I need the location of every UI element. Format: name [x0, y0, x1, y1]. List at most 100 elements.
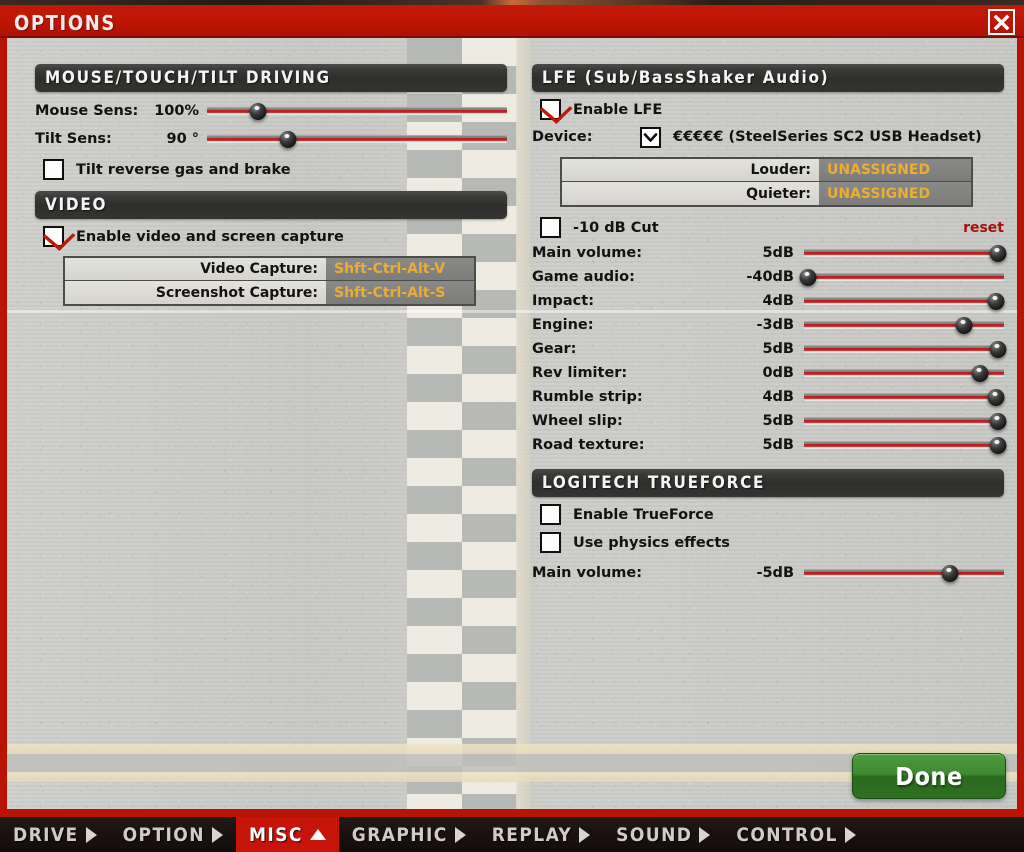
- slider-knob[interactable]: [279, 131, 297, 148]
- close-icon[interactable]: [988, 9, 1015, 35]
- checkbox-use-physics[interactable]: Use physics effects: [540, 532, 1004, 553]
- title-bar: OPTIONS: [0, 5, 1024, 38]
- tab-drive[interactable]: DRIVE: [0, 817, 110, 852]
- slider-groove: [207, 135, 507, 143]
- checkbox-box[interactable]: [540, 217, 561, 238]
- chevron-right-icon: [699, 826, 711, 843]
- bottom-tab-bar: DRIVE OPTION MISC GRAPHIC REPLAY SOUND CONTROL: [0, 814, 1024, 852]
- lfe-slider-value: 4dB: [762, 293, 794, 309]
- slider-knob[interactable]: [799, 269, 817, 286]
- checkbox-enable-lfe[interactable]: Enable LFE: [540, 99, 1004, 120]
- row-lfe-engine: Engine: -3dB: [532, 313, 1004, 337]
- lfe-slider-list: Main volume: 5dB Game audio: -40dB Impact: 4d…: [532, 241, 1007, 457]
- tab-sound[interactable]: SOUND: [603, 817, 723, 852]
- lfe-slider[interactable]: [804, 387, 1005, 407]
- row-db-cut: -10 dB Cut reset: [532, 217, 1004, 238]
- slider-knob[interactable]: [971, 365, 989, 382]
- lfe-slider-label: Gear:: [532, 341, 577, 357]
- lfe-slider[interactable]: [799, 267, 1004, 287]
- checkbox-enable-video[interactable]: Enable video and screen capture: [43, 226, 507, 247]
- keybind-name: Quieter:: [562, 182, 819, 205]
- checkbox-label: Enable video and screen capture: [76, 228, 344, 245]
- slider-knob[interactable]: [249, 103, 267, 120]
- tab-label: GRAPHIC: [351, 823, 448, 846]
- slider-knob[interactable]: [955, 317, 973, 334]
- chevron-down-icon[interactable]: [640, 126, 661, 148]
- device-value[interactable]: €€€€€ (SteelSeries SC2 USB Headset): [673, 129, 982, 145]
- tab-label: SOUND: [616, 823, 693, 846]
- lfe-slider[interactable]: [804, 243, 1007, 263]
- table-row[interactable]: Louder: UNASSIGNED: [562, 159, 971, 182]
- slider-knob[interactable]: [989, 413, 1007, 430]
- lfe-slider-label: Engine:: [532, 317, 594, 333]
- checkbox-box[interactable]: [540, 532, 561, 553]
- keybind-value[interactable]: Shft-Ctrl-Alt-S: [326, 281, 474, 304]
- mouse-sens-value: 100%: [154, 103, 199, 119]
- section-title-video: VIDEO: [45, 195, 108, 215]
- row-trueforce-main-volume: Main volume: -5dB: [532, 561, 1004, 585]
- checkbox-enable-trueforce[interactable]: Enable TrueForce: [540, 504, 1004, 525]
- slider-knob[interactable]: [989, 245, 1007, 262]
- row-lfe-impact: Impact: 4dB: [532, 289, 1005, 313]
- keybind-value[interactable]: UNASSIGNED: [819, 159, 971, 181]
- slider-groove: [804, 393, 1004, 401]
- done-button[interactable]: Done: [852, 753, 1006, 799]
- reset-link[interactable]: reset: [963, 220, 1004, 236]
- lfe-slider[interactable]: [804, 411, 1007, 431]
- row-lfe-rumble-strip: Rumble strip: 4dB: [532, 385, 1005, 409]
- slider-groove: [804, 297, 1004, 305]
- tilt-sens-value: 90 °: [166, 131, 199, 147]
- row-lfe-gear: Gear: 5dB: [532, 337, 1007, 361]
- device-label: Device:: [532, 129, 593, 145]
- tab-graphic[interactable]: GRAPHIC: [339, 817, 479, 852]
- chevron-right-icon: [844, 826, 856, 843]
- tab-label: MISC: [248, 823, 303, 846]
- keybind-value[interactable]: Shft-Ctrl-Alt-V: [326, 258, 474, 280]
- lfe-slider[interactable]: [804, 315, 1004, 335]
- keybind-value[interactable]: UNASSIGNED: [819, 182, 971, 205]
- lfe-slider-value: 0dB: [762, 365, 794, 381]
- lfe-slider[interactable]: [804, 339, 1007, 359]
- lfe-slider-label: Wheel slip:: [532, 413, 623, 429]
- tilt-sens-slider[interactable]: [207, 129, 507, 149]
- checkbox-label: Use physics effects: [573, 534, 730, 551]
- mouse-sens-slider[interactable]: [207, 101, 507, 121]
- slider-knob[interactable]: [941, 565, 959, 582]
- lfe-slider-label: Rev limiter:: [532, 365, 628, 381]
- checkbox-tilt-reverse[interactable]: Tilt reverse gas and brake: [43, 159, 507, 180]
- checkbox-box[interactable]: [43, 159, 64, 180]
- tab-replay[interactable]: REPLAY: [479, 817, 603, 852]
- table-row[interactable]: Quieter: UNASSIGNED: [562, 182, 971, 205]
- checkbox-label: -10 dB Cut: [573, 219, 659, 236]
- slider-knob[interactable]: [987, 389, 1005, 406]
- row-lfe-game-audio: Game audio: -40dB: [532, 265, 1004, 289]
- lfe-slider-value: 4dB: [762, 389, 794, 405]
- trueforce-volume-slider[interactable]: [804, 563, 1004, 583]
- checkbox-box[interactable]: [540, 504, 561, 525]
- tab-label: OPTION: [122, 823, 205, 846]
- slider-groove: [804, 441, 1004, 449]
- lfe-slider[interactable]: [804, 363, 1004, 383]
- tab-option[interactable]: OPTION: [110, 817, 236, 852]
- trueforce-volume-label: Main volume:: [532, 565, 643, 581]
- lfe-slider-label: Main volume:: [532, 245, 643, 261]
- checkbox-box[interactable]: [540, 99, 561, 120]
- window-title: OPTIONS: [14, 11, 116, 35]
- tab-control[interactable]: CONTROL: [723, 817, 868, 852]
- slider-groove: [804, 273, 1004, 281]
- table-row[interactable]: Video Capture: Shft-Ctrl-Alt-V: [65, 258, 474, 281]
- lfe-slider[interactable]: [804, 435, 1007, 455]
- slider-knob[interactable]: [989, 341, 1007, 358]
- row-lfe-road-texture: Road texture: 5dB: [532, 433, 1007, 457]
- lfe-slider-label: Road texture:: [532, 437, 645, 453]
- slider-knob[interactable]: [989, 437, 1007, 454]
- slider-knob[interactable]: [987, 293, 1005, 310]
- checkbox-db-cut[interactable]: -10 dB Cut: [540, 217, 659, 238]
- chevron-right-icon: [579, 826, 591, 843]
- row-device: Device: €€€€€ (SteelSeries SC2 USB Heads…: [532, 125, 1004, 149]
- checkbox-label: Tilt reverse gas and brake: [76, 161, 291, 178]
- tab-misc[interactable]: MISC: [235, 817, 339, 852]
- table-row[interactable]: Screenshot Capture: Shft-Ctrl-Alt-S: [65, 281, 474, 304]
- checkbox-box[interactable]: [43, 226, 64, 247]
- lfe-slider[interactable]: [804, 291, 1005, 311]
